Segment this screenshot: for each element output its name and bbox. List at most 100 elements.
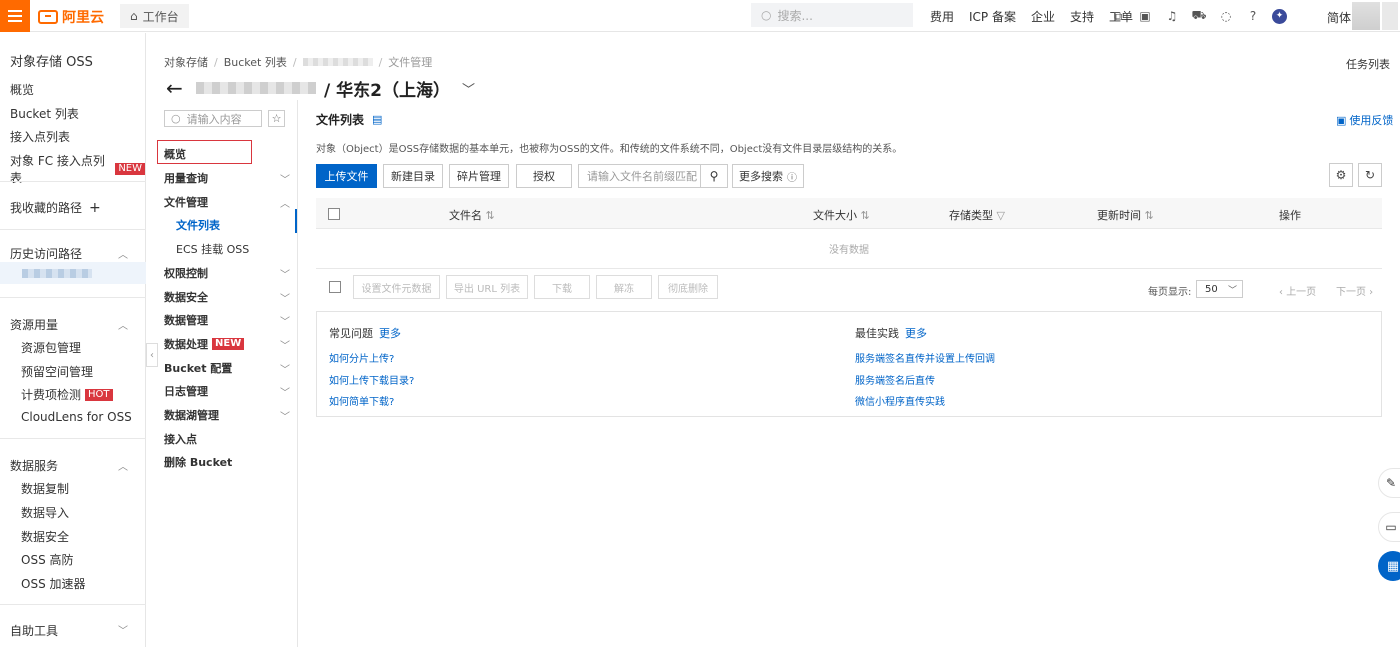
refresh-icon[interactable]: ↻ bbox=[1358, 163, 1382, 187]
nav-search-input[interactable]: ○ 请输入内容 bbox=[164, 110, 262, 127]
authorize-button[interactable]: 授权 bbox=[516, 164, 572, 188]
faq-link-directory[interactable]: 如何上传下载目录? bbox=[329, 372, 414, 387]
nav-item-usage[interactable]: 用量查询 ﹀ bbox=[164, 170, 290, 186]
breadcrumb-bucket-name[interactable] bbox=[302, 58, 373, 66]
plus-icon[interactable]: + bbox=[89, 200, 101, 216]
more-search-button[interactable]: 更多搜索 ⓘ bbox=[732, 164, 804, 188]
chevron-up-icon[interactable]: ︿ bbox=[118, 458, 128, 473]
best-link-signed-direct[interactable]: 服务端签名后直传 bbox=[855, 372, 935, 387]
sidebar-item-bucket-list[interactable]: Bucket 列表 bbox=[10, 105, 79, 122]
star-icon[interactable]: ☆ bbox=[268, 110, 285, 127]
chevron-down-icon[interactable]: ﹀ bbox=[118, 622, 128, 637]
unfreeze-button[interactable]: 解冻 bbox=[596, 275, 652, 299]
column-filename[interactable]: 文件名 ⇅ bbox=[449, 207, 495, 223]
nav-item-log-mgmt[interactable]: 日志管理 ﹀ bbox=[164, 383, 290, 399]
faq-link-multipart[interactable]: 如何分片上传? bbox=[329, 350, 394, 365]
nav-item-access-point[interactable]: 接入点 bbox=[164, 431, 290, 447]
sidebar-item-resource-package[interactable]: 资源包管理 bbox=[21, 339, 81, 356]
prev-page-button[interactable]: ‹ 上一页 bbox=[1279, 283, 1316, 298]
nav-item-file-mgmt[interactable]: 文件管理 ︿ bbox=[164, 194, 290, 210]
code-icon[interactable]: ⧉ bbox=[1110, 9, 1126, 24]
sidebar-item-data-import[interactable]: 数据导入 bbox=[21, 504, 69, 521]
sidebar-favorites[interactable]: 我收藏的路径 + bbox=[10, 199, 101, 216]
chat-icon[interactable]: ▭ bbox=[1378, 512, 1400, 542]
faq-link-simple-download[interactable]: 如何简单下载? bbox=[329, 393, 394, 408]
task-list-link[interactable]: 任务列表 bbox=[1346, 56, 1390, 72]
apps-grid-icon[interactable]: ▦ bbox=[1378, 551, 1400, 581]
best-link-signed-callback[interactable]: 服务端签名直传并设置上传回调 bbox=[855, 350, 995, 365]
next-page-button[interactable]: 下一页 › bbox=[1336, 283, 1373, 298]
top-link-billing[interactable]: 费用 bbox=[930, 8, 954, 25]
nav-item-delete-bucket[interactable]: 删除 Bucket bbox=[164, 454, 290, 470]
settings-gear-icon[interactable]: ⚙ bbox=[1329, 163, 1353, 187]
nav-item-lake-mgmt[interactable]: 数据湖管理 ﹀ bbox=[164, 407, 290, 423]
filename-filter-input[interactable]: 请输入文件名前缀匹配 ⚲ bbox=[578, 164, 728, 188]
nav-item-bucket-config[interactable]: Bucket 配置 ﹀ bbox=[164, 360, 290, 376]
column-filesize[interactable]: 文件大小 ⇅ bbox=[813, 207, 870, 223]
sidebar-item-data-security[interactable]: 数据安全 bbox=[21, 528, 69, 545]
sidebar-item-access-points[interactable]: 接入点列表 bbox=[10, 128, 70, 145]
terminal-icon[interactable]: ▣ bbox=[1137, 9, 1153, 23]
set-metadata-button[interactable]: 设置文件元数据 bbox=[353, 275, 440, 299]
top-link-icp[interactable]: ICP 备案 bbox=[969, 8, 1016, 25]
column-updated-time[interactable]: 更新时间 ⇅ bbox=[1097, 207, 1154, 223]
sidebar-item-cloudlens[interactable]: CloudLens for OSS bbox=[21, 410, 132, 424]
workbench-button[interactable]: ⌂ 工作台 bbox=[120, 4, 189, 28]
sidebar-item-billing-check[interactable]: 计费项检测 HOT bbox=[21, 386, 113, 403]
global-search-input[interactable]: ○ 搜索... bbox=[751, 3, 913, 27]
export-url-button[interactable]: 导出 URL 列表 bbox=[446, 275, 528, 299]
sidebar-item-data-replication[interactable]: 数据复制 bbox=[21, 480, 69, 497]
cart-icon[interactable]: ⛟ bbox=[1191, 8, 1207, 24]
chevron-up-icon[interactable]: ︿ bbox=[118, 317, 128, 332]
column-storage-class[interactable]: 存储类型 ▽ bbox=[949, 207, 1005, 223]
lightbulb-icon[interactable]: ◌ bbox=[1218, 9, 1234, 23]
permanent-delete-button[interactable]: 彻底删除 bbox=[658, 275, 718, 299]
search-icon[interactable]: ⚲ bbox=[700, 165, 727, 187]
nav-item-ecs-mount[interactable]: ECS 挂载 OSS bbox=[176, 241, 302, 257]
per-page-select[interactable]: 50 ﹀ bbox=[1196, 280, 1243, 298]
bell-icon[interactable]: ♫ bbox=[1164, 9, 1180, 23]
breadcrumb-bucket-list[interactable]: Bucket 列表 bbox=[224, 54, 287, 70]
nav-item-permission[interactable]: 权限控制 ﹀ bbox=[164, 265, 290, 281]
menu-icon[interactable] bbox=[0, 0, 30, 32]
nav-item-file-list[interactable]: 文件列表 bbox=[176, 217, 302, 233]
document-icon[interactable]: ▤ bbox=[372, 113, 382, 126]
user-avatar-extra[interactable] bbox=[1382, 2, 1398, 30]
download-button[interactable]: 下载 bbox=[534, 275, 590, 299]
breadcrumb-oss[interactable]: 对象存储 bbox=[164, 54, 208, 70]
page-title-row: ← / 华东2（上海） ﹀ bbox=[166, 76, 475, 101]
fragment-management-button[interactable]: 碎片管理 bbox=[449, 164, 509, 188]
search-icon: ○ bbox=[761, 8, 772, 22]
feedback-link[interactable]: ▣ 使用反馈 bbox=[1336, 112, 1393, 128]
sidebar-item-oss-accelerator[interactable]: OSS 加速器 bbox=[21, 575, 86, 592]
sidebar-data-services-header[interactable]: 数据服务 bbox=[10, 457, 58, 474]
user-avatar[interactable] bbox=[1352, 2, 1380, 30]
top-link-enterprise[interactable]: 企业 bbox=[1031, 8, 1055, 25]
faq-more-link[interactable]: 更多 bbox=[379, 325, 401, 341]
sidebar-tools-header[interactable]: 自助工具 bbox=[10, 622, 58, 639]
top-link-support[interactable]: 支持 bbox=[1070, 8, 1094, 25]
chevron-down-icon[interactable]: ﹀ bbox=[462, 79, 475, 98]
assistant-icon[interactable]: ✦ bbox=[1272, 8, 1287, 24]
history-path-item[interactable] bbox=[0, 262, 146, 284]
edit-icon[interactable]: ✎ bbox=[1378, 468, 1400, 498]
best-link-wechat[interactable]: 微信小程序直传实践 bbox=[855, 393, 945, 408]
nav-item-data-security[interactable]: 数据安全 ﹀ bbox=[164, 289, 290, 305]
aliyun-logo[interactable]: 阿里云 bbox=[38, 7, 104, 27]
sidebar-resources-header[interactable]: 资源用量 bbox=[10, 316, 58, 333]
chevron-up-icon[interactable]: ︿ bbox=[118, 246, 128, 261]
sidebar-history[interactable]: 历史访问路径 bbox=[10, 245, 82, 262]
language-switch[interactable]: 简体 bbox=[1327, 9, 1351, 26]
sidebar-item-overview[interactable]: 概览 bbox=[10, 81, 34, 98]
new-directory-button[interactable]: 新建目录 bbox=[383, 164, 443, 188]
upload-file-button[interactable]: 上传文件 bbox=[316, 164, 377, 188]
nav-item-data-mgmt[interactable]: 数据管理 ﹀ bbox=[164, 312, 290, 328]
select-all-checkbox[interactable] bbox=[328, 208, 340, 220]
nav-item-data-process[interactable]: 数据处理 NEW ﹀ bbox=[164, 336, 290, 352]
bulk-select-checkbox[interactable] bbox=[329, 281, 341, 293]
back-arrow-icon[interactable]: ← bbox=[166, 76, 188, 100]
help-icon[interactable]: ? bbox=[1245, 9, 1261, 23]
sidebar-item-oss-ddos[interactable]: OSS 高防 bbox=[21, 551, 74, 568]
best-practice-more-link[interactable]: 更多 bbox=[905, 325, 927, 341]
sidebar-item-reserved-space[interactable]: 预留空间管理 bbox=[21, 363, 93, 380]
